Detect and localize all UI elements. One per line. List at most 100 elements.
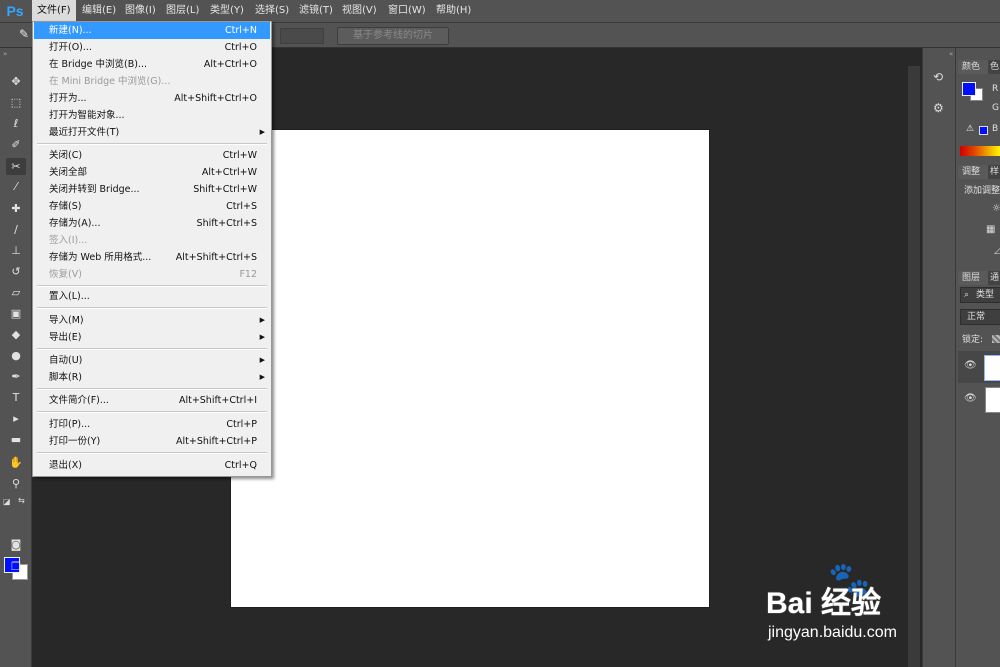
- menu-automate[interactable]: 自动(U) ▶: [34, 352, 270, 369]
- properties-panel-icon[interactable]: ⚙: [933, 101, 944, 115]
- visibility-eye-icon[interactable]: 👁: [964, 393, 977, 404]
- menu-new[interactable]: 新建(N)... Ctrl+N: [34, 22, 270, 39]
- menu-export[interactable]: 导出(E) ▶: [34, 329, 270, 346]
- default-colors-icon[interactable]: ◪: [3, 497, 11, 506]
- history-brush-tool-icon[interactable]: ↺: [6, 263, 26, 280]
- menu-browse-bridge[interactable]: 在 Bridge 中浏览(B)... Alt+Ctrl+O: [34, 56, 270, 73]
- menu-print-shortcut: Ctrl+P: [226, 419, 257, 430]
- menu-check-in[interactable]: 签入(I)...: [34, 232, 270, 249]
- slice-tool-icon[interactable]: ✂: [6, 158, 26, 175]
- menu-recent-files[interactable]: 最近打开文件(T) ▶: [34, 124, 270, 141]
- menu-image[interactable]: 图像(I): [120, 0, 161, 22]
- zoom-tool-icon[interactable]: ⚲: [6, 475, 26, 492]
- curves-icon[interactable]: ◿: [994, 246, 1000, 256]
- eraser-tool-icon[interactable]: ▱: [6, 284, 26, 301]
- menu-import-label: 导入(M): [49, 315, 84, 326]
- tab-layers[interactable]: 图层: [958, 271, 990, 285]
- menu-close-go-bridge-shortcut: Shift+Ctrl+W: [193, 184, 257, 195]
- channel-b-label: B: [992, 124, 999, 134]
- levels-icon[interactable]: ▦: [986, 224, 995, 235]
- layer-row[interactable]: 👁: [958, 351, 1000, 383]
- menu-browse-bridge-shortcut: Alt+Ctrl+O: [203, 59, 257, 70]
- menu-select[interactable]: 选择(S): [250, 0, 294, 22]
- tab-color[interactable]: 颜色: [958, 60, 990, 74]
- menu-type[interactable]: 类型(Y): [205, 0, 249, 22]
- menu-open-as[interactable]: 打开为... Alt+Shift+Ctrl+O: [34, 90, 270, 107]
- eyedropper-tool-icon[interactable]: ⁄: [6, 178, 26, 195]
- menu-print[interactable]: 打印(P)... Ctrl+P: [34, 416, 270, 433]
- layer-row[interactable]: 👁: [958, 384, 1000, 414]
- slice-tool-icon[interactable]: ✎: [19, 27, 29, 41]
- tab-channels[interactable]: 通: [988, 271, 1000, 285]
- lock-transparency-icon[interactable]: [992, 335, 1000, 343]
- baidu-jingyan-watermark: 🐾 Bai 经验 jingyan.baidu.com: [766, 560, 996, 660]
- menu-save[interactable]: 存储(S) Ctrl+S: [34, 198, 270, 215]
- menu-close-all[interactable]: 关闭全部 Alt+Ctrl+W: [34, 164, 270, 181]
- dock-collapse-icon[interactable]: «: [949, 50, 953, 58]
- slices-from-guides-button[interactable]: 基于参考线的切片: [337, 27, 449, 45]
- menu-help[interactable]: 帮助(H): [431, 0, 476, 22]
- menu-window[interactable]: 窗口(W): [383, 0, 431, 22]
- menu-save-label: 存储(S): [49, 201, 82, 212]
- history-panel-icon[interactable]: ⟲: [933, 70, 943, 84]
- menu-file[interactable]: 文件(F): [32, 0, 76, 22]
- quick-mask-icon[interactable]: ◙: [6, 536, 26, 553]
- menu-view[interactable]: 视图(V): [337, 0, 382, 22]
- path-select-tool-icon[interactable]: ▸: [6, 410, 26, 427]
- gradient-tool-icon[interactable]: ▣: [6, 305, 26, 322]
- panel-collapse-icon[interactable]: »: [3, 50, 7, 58]
- menu-close[interactable]: 关闭(C) Ctrl+W: [34, 147, 270, 164]
- menu-revert-shortcut: F12: [239, 269, 257, 280]
- menu-import[interactable]: 导入(M) ▶: [34, 312, 270, 329]
- move-tool-icon[interactable]: ✥: [6, 73, 26, 90]
- quick-select-tool-icon[interactable]: ✐: [6, 136, 26, 153]
- options-field[interactable]: [280, 28, 324, 44]
- menu-layer[interactable]: 图层(L): [161, 0, 204, 22]
- swap-colors-icon[interactable]: ⇆: [18, 496, 25, 505]
- document-canvas[interactable]: [231, 130, 709, 607]
- menu-close-go-bridge[interactable]: 关闭并转到 Bridge... Shift+Ctrl+W: [34, 181, 270, 198]
- menu-edit[interactable]: 编辑(E): [77, 0, 121, 22]
- menu-print-one-copy[interactable]: 打印一份(Y) Alt+Shift+Ctrl+P: [34, 433, 270, 450]
- tab-adjustments[interactable]: 调整: [958, 165, 990, 179]
- tab-styles[interactable]: 样: [988, 165, 1000, 179]
- blur-tool-icon[interactable]: ◆: [6, 326, 26, 343]
- menu-save-for-web-label: 存储为 Web 所用格式...: [49, 252, 152, 263]
- pen-tool-icon[interactable]: ✒: [6, 368, 26, 385]
- menu-revert-label: 恢复(V): [49, 269, 82, 280]
- type-tool-icon[interactable]: T: [6, 389, 26, 406]
- blend-mode-select[interactable]: 正常: [960, 309, 1000, 325]
- submenu-arrow-icon: ▶: [259, 333, 265, 341]
- dodge-tool-icon[interactable]: ●: [6, 347, 26, 364]
- layer-filter[interactable]: ⌕ 类型: [960, 287, 1000, 303]
- menu-revert[interactable]: 恢复(V) F12: [34, 266, 270, 283]
- menu-save-for-web[interactable]: 存储为 Web 所用格式... Alt+Shift+Ctrl+S: [34, 249, 270, 266]
- color-ramp[interactable]: [960, 146, 1000, 156]
- screen-mode-icon[interactable]: ❐: [6, 558, 26, 575]
- marquee-tool-icon[interactable]: ⬚: [6, 94, 26, 111]
- brush-tool-icon[interactable]: ∕: [6, 221, 26, 238]
- healing-brush-tool-icon[interactable]: ✚: [6, 200, 26, 217]
- menu-file-info[interactable]: 文件简介(F)... Alt+Shift+Ctrl+I: [34, 392, 270, 409]
- menu-close-all-label: 关闭全部: [49, 167, 88, 178]
- menu-exit[interactable]: 退出(X) Ctrl+Q: [34, 457, 270, 474]
- menu-save-as[interactable]: 存储为(A)... Shift+Ctrl+S: [34, 215, 270, 232]
- brightness-icon[interactable]: ☼: [992, 203, 1000, 214]
- tab-swatches[interactable]: 色: [988, 60, 1000, 74]
- menu-browse-mini-bridge[interactable]: 在 Mini Bridge 中浏览(G)...: [34, 73, 270, 90]
- web-safe-swatch[interactable]: [979, 126, 988, 135]
- panel-fg-color[interactable]: [962, 82, 976, 96]
- menu-place[interactable]: 置入(L)...: [34, 288, 270, 305]
- shape-tool-icon[interactable]: ▬: [6, 431, 26, 448]
- menu-scripts[interactable]: 脚本(R) ▶: [34, 369, 270, 386]
- menu-open-smart-object[interactable]: 打开为智能对象...: [34, 107, 270, 124]
- hand-tool-icon[interactable]: ✋: [6, 454, 26, 471]
- submenu-arrow-icon: ▶: [259, 373, 265, 381]
- menu-open[interactable]: 打开(O)... Ctrl+O: [34, 39, 270, 56]
- lasso-tool-icon[interactable]: ℓ: [6, 115, 26, 132]
- visibility-eye-icon[interactable]: 👁: [964, 360, 977, 371]
- menu-filter[interactable]: 滤镜(T): [294, 0, 338, 22]
- add-adjustment-label: 添加调整: [964, 186, 1000, 196]
- stamp-tool-icon[interactable]: ⊥: [6, 242, 26, 259]
- gamut-warning-icon[interactable]: ⚠: [966, 124, 974, 134]
